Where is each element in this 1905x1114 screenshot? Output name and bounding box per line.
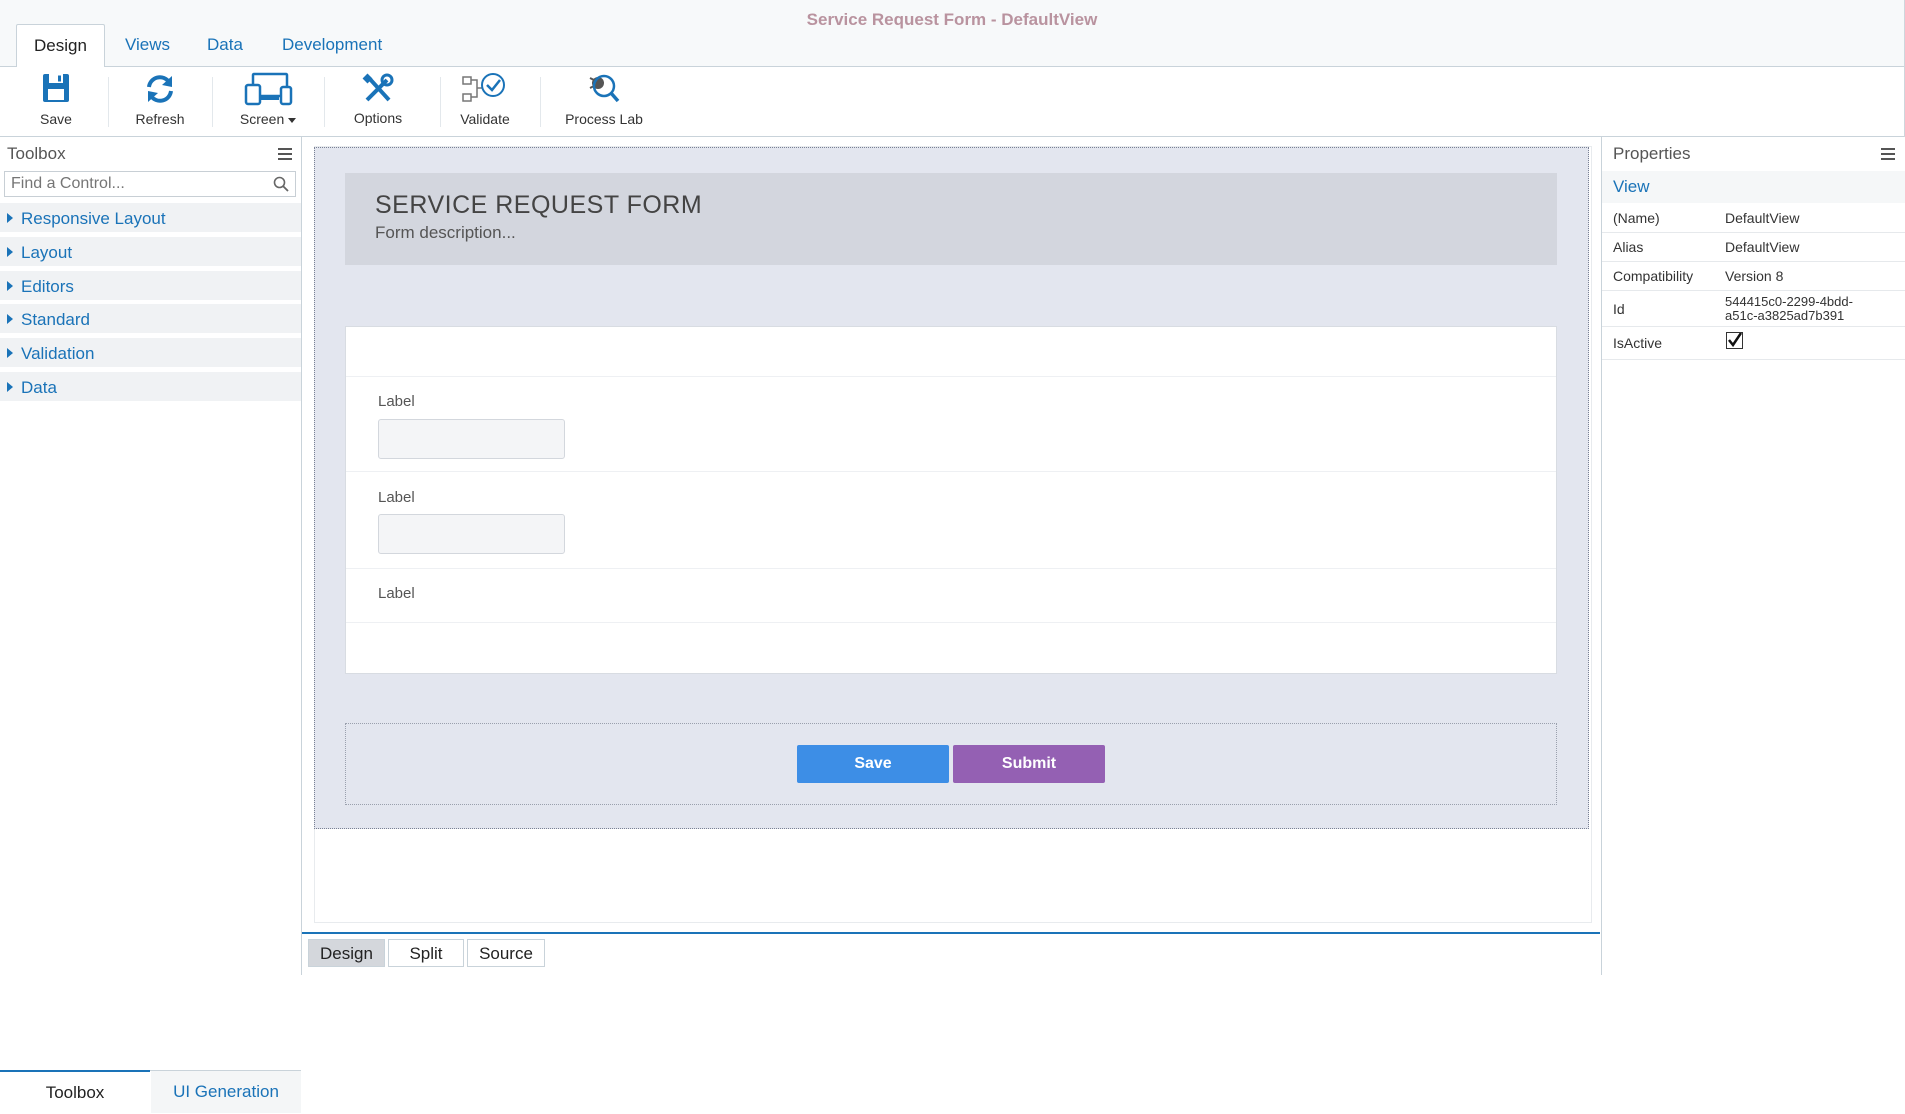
tab-development[interactable]: Development (265, 24, 399, 66)
expand-arrow-icon (7, 314, 13, 324)
validate-workflow-icon (460, 72, 510, 109)
toolbox-bottom-tabs: Toolbox UI Generation (0, 1070, 301, 1113)
control-search-input[interactable] (5, 172, 277, 196)
expand-arrow-icon (7, 348, 13, 358)
properties-panel: Properties View (Name) DefaultView Alias… (1601, 137, 1905, 975)
form-row[interactable]: Label (346, 471, 1556, 568)
tab-design[interactable]: Design (16, 24, 105, 69)
expand-arrow-icon (7, 213, 13, 223)
toolbar-divider (540, 77, 541, 127)
refresh-button[interactable]: Refresh (126, 67, 194, 136)
property-key: IsActive (1613, 335, 1663, 351)
field-label: Label (378, 489, 415, 506)
toolbar-divider (212, 77, 213, 127)
form-save-button[interactable]: Save (797, 745, 949, 783)
property-row-alias[interactable]: Alias DefaultView (1602, 233, 1905, 262)
toolbox-title: Toolbox (7, 144, 66, 163)
checkmark-icon (1728, 332, 1743, 348)
property-value[interactable]: Version 8 (1725, 268, 1783, 284)
toolbox-category-standard[interactable]: Standard (0, 304, 301, 335)
property-row-id[interactable]: Id 544415c0-2299-4bdd- a51c-a3825ad7b391 (1602, 291, 1905, 327)
refresh-icon (143, 72, 177, 109)
tab-ui-generation[interactable]: UI Generation (151, 1071, 301, 1113)
toolbox-category-responsive-layout[interactable]: Responsive Layout (0, 203, 301, 234)
expand-arrow-icon (7, 382, 13, 392)
form-title[interactable]: SERVICE REQUEST FORM (375, 191, 702, 220)
validate-label: Validate (460, 111, 510, 127)
view-mode-tabs: Design Split Source (302, 932, 1600, 977)
properties-menu-icon[interactable] (1881, 148, 1895, 160)
form-row[interactable]: Label (346, 376, 1556, 471)
tab-data[interactable]: Data (190, 24, 260, 66)
toolbox-panel: Toolbox Responsive Layout Layout Editors… (0, 137, 302, 1113)
property-value[interactable]: DefaultView (1725, 239, 1799, 255)
property-key: Alias (1613, 239, 1644, 255)
form-header[interactable]: SERVICE REQUEST FORM Form description... (345, 173, 1557, 265)
form-row[interactable]: Label (346, 568, 1556, 623)
property-key: Id (1613, 301, 1625, 317)
tab-design-view[interactable]: Design (308, 939, 385, 967)
toolbox-menu-icon[interactable] (278, 148, 292, 160)
toolbox-category-data[interactable]: Data (0, 372, 301, 403)
isactive-checkbox[interactable] (1726, 332, 1743, 349)
toolbar-divider (324, 77, 325, 127)
refresh-label: Refresh (135, 111, 185, 127)
property-key: Compatibility (1613, 268, 1694, 284)
process-lab-button[interactable]: Process Lab (562, 67, 646, 136)
ribbon-toolbar: Save Refresh Screen Options Validate Pro… (0, 67, 1904, 137)
property-value[interactable]: DefaultView (1725, 210, 1799, 226)
property-row-name[interactable]: (Name) DefaultView (1602, 204, 1905, 233)
chevron-down-icon (288, 117, 297, 123)
toolbox-category-validation[interactable]: Validation (0, 338, 301, 369)
expand-arrow-icon (7, 247, 13, 257)
save-toolbar-label: Save (40, 111, 72, 127)
text-input-1[interactable] (378, 419, 565, 459)
property-value[interactable]: 544415c0-2299-4bdd- (1725, 294, 1853, 309)
text-input-2[interactable] (378, 514, 565, 554)
save-toolbar-button[interactable]: Save (22, 67, 90, 136)
property-row-isactive[interactable]: IsActive (1602, 327, 1905, 360)
field-label: Label (378, 585, 415, 602)
app-window: Service Request Form - DefaultView Desig… (0, 0, 1905, 1113)
form-body-section[interactable]: Label Label Label (345, 326, 1557, 674)
tab-views[interactable]: Views (108, 24, 187, 66)
toolbox-category-layout[interactable]: Layout (0, 237, 301, 268)
form-submit-button[interactable]: Submit (953, 745, 1105, 783)
screen-devices-icon (243, 72, 293, 109)
process-lab-magnifier-icon (584, 72, 624, 109)
field-label: Label (378, 393, 415, 410)
toolbox-search (4, 171, 296, 197)
screen-label: Screen (239, 111, 285, 127)
property-key: (Name) (1613, 210, 1660, 226)
search-icon[interactable] (273, 176, 289, 197)
view-container[interactable]: SERVICE REQUEST FORM Form description...… (314, 147, 1589, 829)
properties-section-view: View (1613, 177, 1650, 196)
expand-arrow-icon (7, 281, 13, 291)
tools-icon (361, 72, 395, 109)
toolbox-category-editors[interactable]: Editors (0, 271, 301, 302)
form-description[interactable]: Form description... (375, 223, 516, 243)
screen-dropdown-button[interactable]: Screen (230, 67, 306, 136)
options-label: Options (353, 110, 403, 126)
tab-toolbox[interactable]: Toolbox (0, 1070, 150, 1114)
tab-split-view[interactable]: Split (388, 939, 464, 967)
properties-section-header: View (1602, 171, 1905, 203)
process-lab-label: Process Lab (565, 111, 643, 127)
toolbar-divider (108, 77, 109, 127)
toolbar-divider (440, 77, 441, 127)
properties-title: Properties (1613, 144, 1691, 163)
property-row-compatibility[interactable]: Compatibility Version 8 (1602, 262, 1905, 291)
tab-source-view[interactable]: Source (467, 939, 545, 967)
floppy-disk-icon (41, 72, 71, 107)
options-button[interactable]: Options (342, 67, 414, 136)
design-canvas: SERVICE REQUEST FORM Form description...… (302, 137, 1600, 932)
form-button-row: Save Submit (345, 723, 1557, 805)
validate-button[interactable]: Validate (450, 67, 520, 136)
title-bar: Service Request Form - DefaultView Desig… (0, 0, 1904, 69)
property-value-continued[interactable]: a51c-a3825ad7b391 (1725, 308, 1844, 323)
